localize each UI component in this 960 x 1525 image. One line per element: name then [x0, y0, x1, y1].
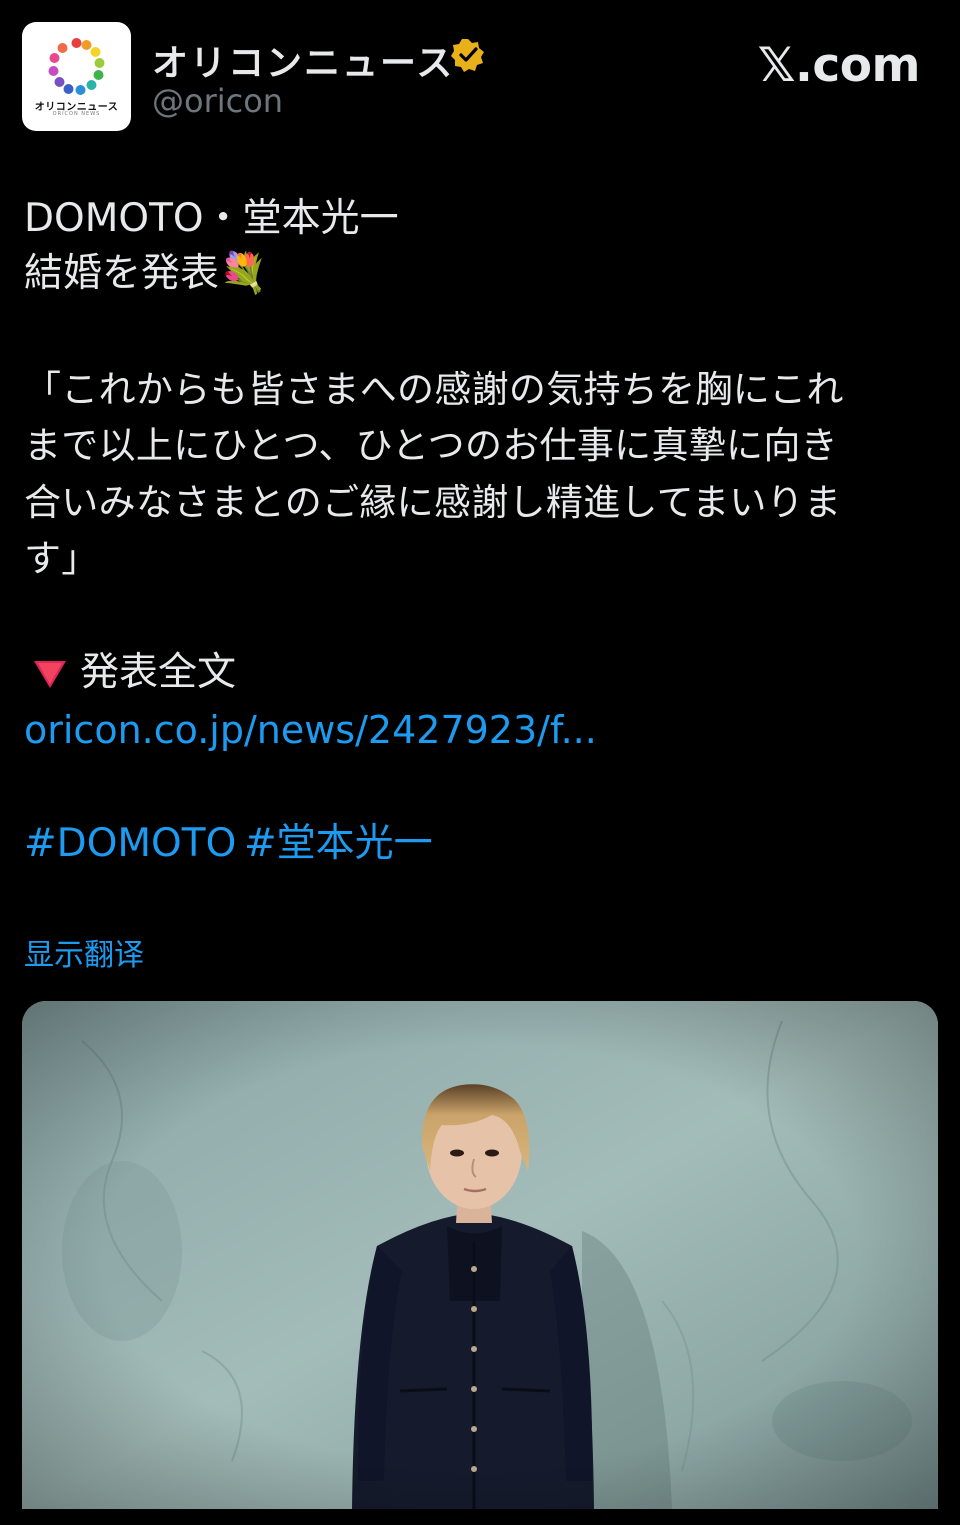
x-com-brand-label: 𝕏.com	[757, 38, 921, 93]
post-photo[interactable]	[22, 1001, 938, 1509]
account-avatar[interactable]: オリコンニュース ORICON NEWS	[22, 22, 131, 131]
quote-line-2: まで以上にひとつ、ひとつのお仕事に真摯に向き	[24, 424, 838, 467]
show-translation-link[interactable]: 显示翻译	[24, 936, 144, 976]
full-text-label: 発表全文	[80, 650, 237, 695]
hashtag-domoto[interactable]: #DOMOTO	[24, 820, 236, 868]
quote-line-4: す」	[24, 537, 99, 580]
verified-badge-icon	[451, 39, 484, 72]
red-triangle-down-icon	[34, 661, 66, 688]
bottom-edge	[0, 1509, 960, 1525]
post-subtitle-line: 結婚を発表💐	[24, 251, 268, 296]
quote-line-3: 合いみなさまとのご縁に感謝し精進してまいりま	[24, 481, 842, 524]
quote-line-1: 「これからも皆さまへの感謝の気持ちを胸にこれ	[24, 368, 844, 411]
display-name[interactable]: オリコンニュース	[152, 34, 454, 86]
post-title-line: DOMOTO・堂本光一	[24, 196, 399, 241]
account-handle[interactable]: @oricon	[152, 82, 283, 120]
avatar-brand-subtext: ORICON NEWS	[52, 111, 101, 117]
article-link[interactable]: oricon.co.jp/news/2427923/f...	[24, 706, 597, 754]
portrait-photo-image	[22, 1001, 938, 1509]
hashtag-domoto-koichi[interactable]: #堂本光一	[244, 820, 433, 868]
